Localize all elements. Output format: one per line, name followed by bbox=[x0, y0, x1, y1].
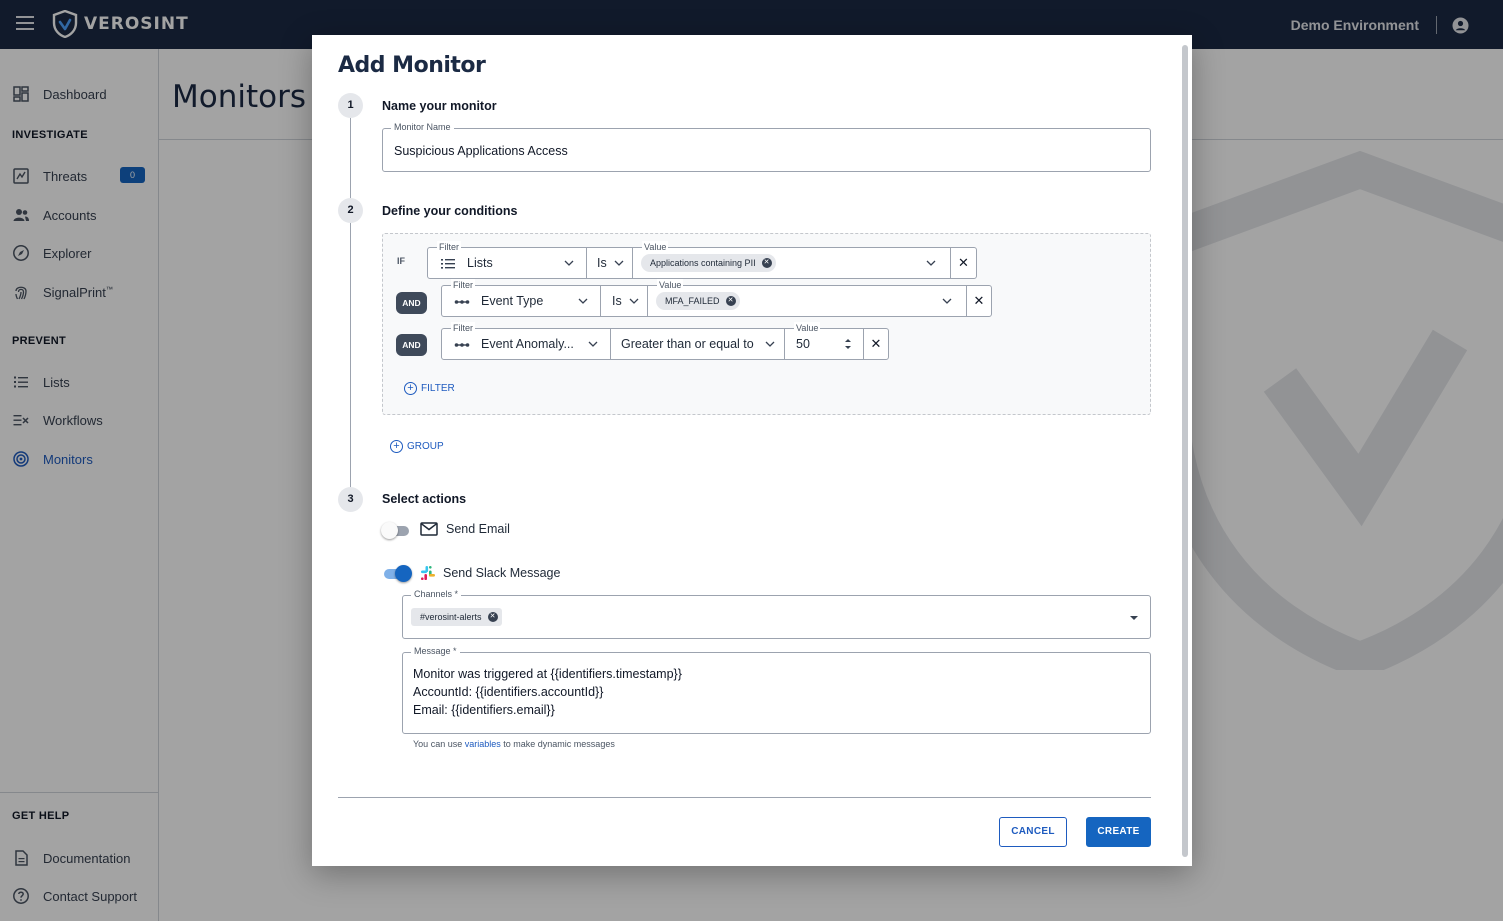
message-text: Monitor was triggered at {{identifiers.t… bbox=[413, 667, 682, 721]
add-filter-button[interactable]: + FILTER bbox=[404, 382, 455, 395]
filter-value: Lists bbox=[467, 256, 493, 270]
envelope-icon bbox=[420, 522, 438, 536]
list-icon bbox=[441, 259, 455, 269]
numeric-value-field[interactable]: Value 50 bbox=[784, 322, 864, 360]
filter-label: Filter bbox=[451, 322, 475, 334]
step-3-indicator: 3 bbox=[338, 487, 363, 512]
value-label: Value bbox=[642, 241, 669, 253]
variables-link[interactable]: variables bbox=[465, 739, 501, 749]
scrollbar[interactable] bbox=[1182, 45, 1188, 857]
dropdown-arrow-icon bbox=[1130, 616, 1138, 620]
send-email-action: Send Email bbox=[420, 522, 510, 536]
filter-select[interactable]: Filter Lists bbox=[427, 241, 587, 279]
toggle-knob bbox=[381, 522, 398, 539]
value-select[interactable]: Value MFA_FAILED ✕ bbox=[647, 279, 967, 317]
filter-select[interactable]: Filter Event Anomaly... bbox=[441, 322, 611, 360]
value-chip[interactable]: MFA_FAILED ✕ bbox=[656, 292, 740, 310]
stepper-line bbox=[350, 117, 351, 497]
chip-remove-icon[interactable]: ✕ bbox=[487, 612, 498, 622]
step-1-title: Name your monitor bbox=[382, 99, 497, 113]
channel-chip[interactable]: #verosint-alerts ✕ bbox=[411, 608, 502, 626]
message-line: AccountId: {{identifiers.accountId}} bbox=[413, 685, 604, 699]
filter-select[interactable]: Filter Event Type bbox=[441, 279, 601, 317]
slack-icon bbox=[421, 566, 435, 580]
and-operator-badge[interactable]: AND bbox=[396, 334, 427, 356]
step-1-indicator: 1 bbox=[338, 93, 363, 118]
add-circle-icon: + bbox=[404, 382, 417, 395]
send-slack-action: Send Slack Message bbox=[420, 565, 560, 581]
event-icon bbox=[454, 343, 470, 347]
filter-value: Event Type bbox=[481, 294, 544, 308]
filter-value: Event Anomaly... bbox=[481, 337, 574, 351]
message-textarea[interactable]: Message * Monitor was triggered at {{ide… bbox=[402, 646, 1151, 734]
chip-label: #verosint-alerts bbox=[420, 612, 482, 622]
value-label: Value bbox=[657, 279, 684, 291]
cancel-button[interactable]: CANCEL bbox=[999, 817, 1067, 847]
step-2-title: Define your conditions bbox=[382, 204, 518, 218]
helper-text-before: You can use bbox=[413, 739, 463, 749]
channels-select[interactable]: Channels * #verosint-alerts ✕ bbox=[402, 589, 1151, 639]
send-email-toggle[interactable] bbox=[381, 521, 411, 541]
create-button[interactable]: CREATE bbox=[1086, 817, 1151, 847]
helper-text: You can use variables to make dynamic me… bbox=[413, 739, 615, 749]
message-label: Message * bbox=[411, 646, 460, 656]
add-group-label: GROUP bbox=[407, 441, 444, 452]
operator-select[interactable]: Greater than or equal to bbox=[610, 328, 785, 360]
step-3-title: Select actions bbox=[382, 492, 467, 506]
chip-remove-icon[interactable]: ✕ bbox=[761, 258, 772, 268]
chevron-down-icon bbox=[564, 260, 574, 266]
chevron-down-icon bbox=[614, 260, 624, 266]
condition-group: IF Filter Lists Is Value Applications co… bbox=[382, 233, 1151, 415]
operator-select[interactable]: Is bbox=[586, 247, 633, 279]
toggle-knob bbox=[395, 565, 412, 582]
chevron-down-icon bbox=[926, 260, 936, 266]
operator-select[interactable]: Is bbox=[600, 285, 648, 317]
chevron-down-icon bbox=[942, 298, 952, 304]
event-icon bbox=[454, 300, 470, 304]
dialog-title: Add Monitor bbox=[338, 53, 486, 78]
step-2-indicator: 2 bbox=[338, 198, 363, 223]
operator-value: Is bbox=[612, 294, 622, 308]
send-email-label: Send Email bbox=[446, 522, 510, 536]
operator-value: Greater than or equal to bbox=[621, 337, 754, 351]
add-filter-label: FILTER bbox=[421, 383, 455, 394]
value-select[interactable]: Value Applications containing PII ✕ bbox=[632, 241, 951, 279]
and-operator-badge[interactable]: AND bbox=[396, 292, 427, 314]
helper-text-after: to make dynamic messages bbox=[503, 739, 615, 749]
chip-remove-icon[interactable]: ✕ bbox=[725, 296, 736, 306]
chevron-down-icon bbox=[629, 298, 639, 304]
add-group-button[interactable]: + GROUP bbox=[390, 440, 444, 453]
numeric-value: 50 bbox=[796, 337, 810, 351]
remove-condition-button[interactable]: ✕ bbox=[950, 247, 977, 279]
footer-divider bbox=[338, 797, 1151, 798]
chevron-down-icon bbox=[765, 341, 775, 347]
chevron-down-icon bbox=[588, 341, 598, 347]
value-chip[interactable]: Applications containing PII ✕ bbox=[641, 254, 776, 272]
monitor-name-field[interactable]: Monitor Name Suspicious Applications Acc… bbox=[382, 122, 1151, 172]
chip-label: Applications containing PII bbox=[650, 258, 756, 268]
spinner-arrows-icon[interactable] bbox=[844, 337, 852, 351]
send-slack-label: Send Slack Message bbox=[443, 566, 561, 580]
field-label: Monitor Name bbox=[391, 122, 454, 132]
monitor-name-value: Suspicious Applications Access bbox=[394, 144, 568, 158]
add-monitor-dialog: Add Monitor 1 Name your monitor Monitor … bbox=[312, 35, 1192, 866]
remove-condition-button[interactable]: ✕ bbox=[966, 285, 992, 317]
remove-condition-button[interactable]: ✕ bbox=[863, 328, 889, 360]
message-line: Email: {{identifiers.email}} bbox=[413, 703, 555, 717]
filter-label: Filter bbox=[437, 241, 461, 253]
send-slack-toggle[interactable] bbox=[382, 564, 412, 584]
channels-label: Channels * bbox=[411, 589, 462, 599]
message-line: Monitor was triggered at {{identifiers.t… bbox=[413, 667, 682, 681]
value-label: Value bbox=[794, 322, 821, 334]
chevron-down-icon bbox=[578, 298, 588, 304]
filter-label: Filter bbox=[451, 279, 475, 291]
operator-value: Is bbox=[597, 256, 607, 270]
add-circle-icon: + bbox=[390, 440, 403, 453]
if-label: IF bbox=[397, 256, 405, 266]
chip-label: MFA_FAILED bbox=[665, 296, 720, 306]
